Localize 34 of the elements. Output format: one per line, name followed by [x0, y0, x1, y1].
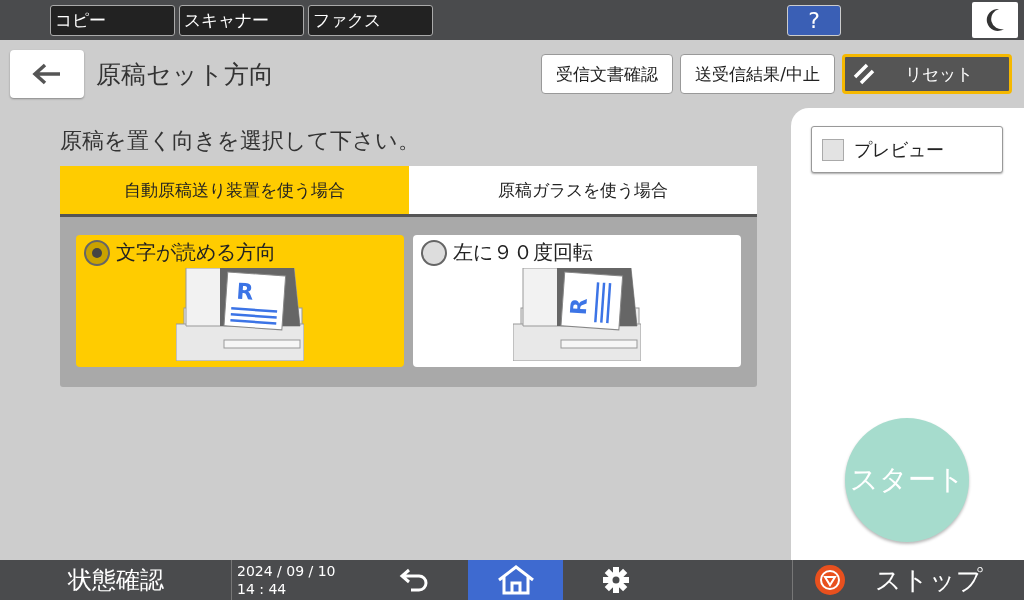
- option-label: 左に９０度回転: [453, 239, 593, 266]
- tab[interactable]: 原稿ガラスを使う場合: [408, 166, 757, 217]
- orientation-option[interactable]: 左に９０度回転 R: [413, 235, 741, 367]
- stop-button[interactable]: ストップ: [792, 560, 1024, 600]
- help-button[interactable]: ?: [787, 4, 841, 36]
- status-button[interactable]: 状態確認: [0, 560, 232, 600]
- settings-icon: [603, 567, 629, 593]
- mode-tab[interactable]: スキャナー: [179, 4, 304, 36]
- orientation-option[interactable]: 文字が読める方向 R: [76, 235, 404, 367]
- moon-icon: [985, 8, 1005, 32]
- page-title: 原稿セット方向: [96, 58, 275, 91]
- checkbox[interactable]: [822, 138, 844, 161]
- sleep-button[interactable]: [972, 2, 1018, 38]
- preview-button[interactable]: プレビュー: [811, 126, 1003, 173]
- home-button[interactable]: [468, 560, 563, 600]
- tab[interactable]: 自動原稿送り装置を使う場合: [60, 166, 409, 217]
- back-button[interactable]: [10, 50, 84, 98]
- paper-letter: R: [565, 297, 592, 316]
- left-arrow-icon: [32, 63, 62, 85]
- double-slash-icon: [853, 63, 875, 85]
- date-text: 2024 / 09 / 10: [237, 562, 337, 580]
- time-text: 14 : 44: [237, 580, 288, 598]
- header-button[interactable]: 送受信結果/中止: [680, 54, 835, 94]
- instruction-text: 原稿を置く向きを選択して下さい。: [60, 127, 421, 155]
- radio-button[interactable]: [84, 239, 110, 266]
- home-icon: [496, 565, 535, 595]
- mode-tab[interactable]: ファクス: [308, 4, 433, 36]
- radio-button[interactable]: [421, 239, 447, 266]
- header-button[interactable]: 受信文書確認: [541, 54, 674, 94]
- mode-tab[interactable]: コピー: [50, 4, 175, 36]
- option-label: 文字が読める方向: [116, 239, 276, 266]
- paper-letter: R: [235, 278, 255, 305]
- stop-icon: [815, 565, 845, 595]
- reset-button[interactable]: リセット: [842, 54, 1012, 94]
